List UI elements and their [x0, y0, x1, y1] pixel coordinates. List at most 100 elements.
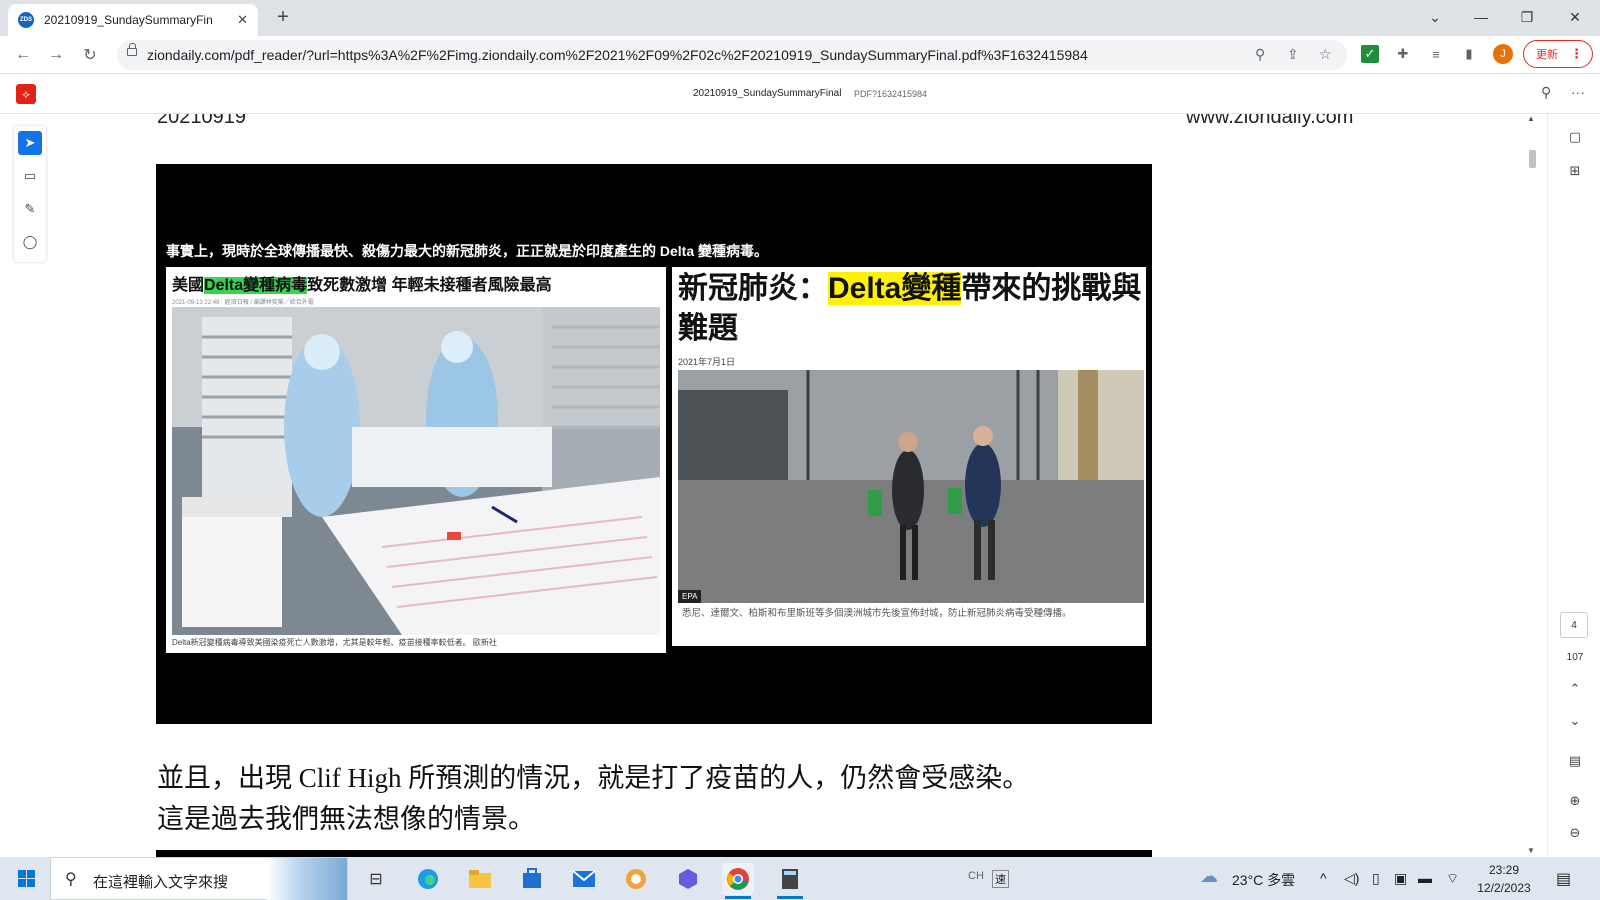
tab-search-icon[interactable]: ⌄	[1412, 0, 1458, 34]
tab-close-icon[interactable]: ✕	[237, 12, 248, 28]
search-icon: ⚲	[65, 871, 77, 888]
windows-taskbar: ⚲ 在這裡輸入文字來搜 ⊟ CH 速 ☁ 23°C 多雲 ^ ◁) ▯ ▣ ▬ …	[0, 857, 1600, 900]
browser-tab[interactable]: ZDS 20210919_SundaySummaryFin ✕	[8, 4, 258, 36]
photo-credit: EPA	[678, 590, 702, 603]
left-article-screenshot: 美國Delta變種病毒致死數激增 年輕未接種者風險最高 2021-09-13 2…	[166, 267, 666, 653]
ime-indicator[interactable]: CH	[968, 870, 984, 882]
url-text[interactable]: ziondaily.com/pdf_reader/?url=https%3A%2…	[147, 47, 1088, 63]
page-down-icon[interactable]: ⌄	[1566, 712, 1584, 730]
share-icon[interactable]: ⇪	[1287, 46, 1299, 63]
body-line-1: 並且，出現 Clif High 所預測的情況，就是打了疫苗的人，仍然會受感染。	[157, 763, 1030, 793]
tool-rail: ➤ ▭ ✎ ◯	[14, 126, 46, 262]
zoom-in-icon[interactable]: ⊕	[1566, 792, 1584, 810]
notification-icon[interactable]: ▤	[1556, 869, 1571, 889]
thumbnails-icon[interactable]: ⊞	[1566, 162, 1584, 180]
clock-time: 23:29	[1488, 863, 1520, 877]
more-options-icon[interactable]: ···	[1571, 84, 1585, 100]
extensions-puzzle-icon[interactable]: ✚	[1394, 45, 1412, 63]
document-info-icon[interactable]: ▤	[1566, 752, 1584, 770]
address-bar[interactable]: ziondaily.com/pdf_reader/?url=https%3A%2…	[117, 40, 1347, 70]
document-viewport[interactable]: 20210919 www.ziondaily.com 事實上，現時於全球傳播最快…	[56, 114, 1474, 857]
add-comment-icon[interactable]: ▭	[18, 164, 42, 188]
mail-icon[interactable]	[568, 863, 600, 895]
right-article-date: 2021年7月1日	[678, 357, 736, 367]
lock-icon[interactable]	[127, 43, 137, 56]
right-tool-panel: ▢ ⊞ 4 107 ⌃ ⌄ ▤ ⊕ ⊖	[1547, 114, 1600, 857]
calculator-icon[interactable]	[774, 863, 806, 899]
extension-check-icon[interactable]: ✓	[1361, 45, 1379, 63]
store-icon[interactable]	[516, 863, 548, 895]
zoom-out-icon[interactable]: ⊖	[1566, 824, 1584, 842]
slide-caption: 事實上，現時於全球傳播最快、殺傷力最大的新冠肺炎，正正就是於印度產生的 Delt…	[166, 243, 769, 259]
forward-icon[interactable]: →	[45, 44, 67, 66]
new-tab-button[interactable]: +	[270, 6, 296, 29]
page-date-header: 20210919	[157, 114, 246, 128]
update-label: 更新	[1536, 49, 1558, 61]
taskbar-search[interactable]: ⚲ 在這裡輸入文字來搜	[50, 857, 348, 900]
task-view-icon[interactable]: ⊟	[360, 863, 392, 895]
street-photo: EPA	[678, 370, 1144, 603]
browser-window: ZDS 20210919_SundaySummaryFin ✕ + ⌄ — ❐ …	[0, 0, 1600, 900]
scroll-down-icon[interactable]: ▼	[1527, 846, 1535, 855]
draw-pen-icon[interactable]: ✎	[18, 197, 42, 221]
ime-mode-indicator[interactable]: 速	[992, 870, 1009, 888]
search-icon[interactable]: ⚲	[1541, 84, 1551, 101]
left-article-meta: 2021-09-13 22:49 · 經濟日報 / 編譯林奕榮／綜合外電	[172, 300, 314, 306]
comments-icon[interactable]: ▢	[1566, 128, 1584, 146]
edge-icon[interactable]	[412, 863, 444, 895]
media-queue-icon[interactable]: ≡	[1427, 45, 1445, 63]
body-line-2: 這是過去我們無法想像的情景。	[157, 804, 535, 834]
volume-icon[interactable]: ◁)	[1344, 870, 1359, 887]
right-article-headline: 新冠肺炎：Delta變種帶來的挑戰與難題	[678, 272, 1142, 345]
wifi-icon[interactable]: ⌔	[1446, 870, 1459, 888]
meet-icon[interactable]: ▯	[1372, 870, 1380, 887]
body-paragraph: 並且，出現 Clif High 所預測的情況，就是打了疫苗的人，仍然會受感染。 …	[157, 758, 1157, 840]
minimize-button[interactable]: —	[1458, 0, 1504, 34]
current-page-input[interactable]: 4	[1560, 612, 1588, 638]
scroll-thumb[interactable]	[1529, 150, 1536, 168]
slide-image: 事實上，現時於全球傳播最快、殺傷力最大的新冠肺炎，正正就是於印度產生的 Delt…	[156, 164, 1152, 724]
browser-toolbar: ← → ↻ ziondaily.com/pdf_reader/?url=http…	[0, 36, 1600, 74]
reload-icon[interactable]: ↻	[79, 44, 101, 66]
restore-button[interactable]: ❐	[1504, 0, 1550, 34]
right-article-caption: 悉尼、達爾文、柏斯和布里斯班等多個澳洲城市先後宣佈封城，防止新冠肺炎病毒受種傳播…	[682, 608, 1072, 619]
site-favicon-icon: ZDS	[18, 12, 34, 28]
chrome-icon[interactable]	[722, 863, 754, 899]
left-article-caption: Delta新冠變種病毒導致美國染疫死亡人數激增，尤其是較年輕、疫苗接種率較低者。…	[172, 638, 497, 647]
search-highlight-image	[267, 858, 347, 900]
bookmark-star-icon[interactable]: ☆	[1319, 46, 1332, 63]
tab-strip: ZDS 20210919_SundaySummaryFin ✕ + ⌄ — ❐ …	[0, 0, 1600, 36]
back-icon[interactable]: ←	[12, 44, 34, 66]
update-button[interactable]: 更新 ⋮	[1523, 40, 1593, 68]
hospital-photo	[172, 307, 660, 635]
pdf-reader-header: ⟡ 20210919_SundaySummaryFinal PDF?163241…	[0, 74, 1600, 114]
side-panel-icon[interactable]: ▮	[1460, 45, 1478, 63]
weather-text[interactable]: 23°C 多雲	[1232, 870, 1295, 890]
cloud-icon[interactable]: ☁	[1200, 866, 1218, 887]
total-pages: 107	[1566, 652, 1584, 663]
windows-start-icon[interactable]	[18, 870, 35, 887]
page-site-header: www.ziondaily.com	[1186, 114, 1354, 128]
document-meta: PDF?1632415984	[854, 89, 928, 99]
system-clock[interactable]: 23:29 12/2/2023	[1474, 861, 1534, 897]
app-shield-icon[interactable]	[620, 863, 652, 895]
scroll-up-icon[interactable]: ▲	[1527, 114, 1535, 123]
file-explorer-icon[interactable]	[464, 863, 496, 895]
left-article-headline: 美國Delta變種病毒致死數激增 年輕未接種者風險最高	[172, 277, 552, 294]
vertical-scrollbar[interactable]: ▲ ▼	[1524, 114, 1540, 857]
pdf-logo-icon: ⟡	[16, 84, 36, 104]
lasso-icon[interactable]: ◯	[18, 230, 42, 254]
battery-icon[interactable]: ▬	[1418, 870, 1432, 886]
close-window-button[interactable]: ✕	[1552, 0, 1598, 34]
tab-title: 20210919_SundaySummaryFin	[44, 13, 213, 27]
display-icon[interactable]: ▣	[1394, 870, 1407, 887]
clock-date: 12/2/2023	[1477, 881, 1531, 895]
page-up-icon[interactable]: ⌃	[1566, 680, 1584, 698]
zoom-icon[interactable]: ⚲	[1255, 46, 1265, 63]
select-tool-icon[interactable]: ➤	[18, 131, 42, 155]
profile-avatar[interactable]: J	[1493, 44, 1513, 64]
tray-chevron-icon[interactable]: ^	[1320, 870, 1327, 886]
next-slide-edge	[156, 850, 1152, 857]
right-article-screenshot: 新冠肺炎：Delta變種帶來的挑戰與難題 2021年7月1日 EPA 悉尼、達爾…	[672, 267, 1146, 646]
app-hex-icon[interactable]	[672, 863, 704, 895]
